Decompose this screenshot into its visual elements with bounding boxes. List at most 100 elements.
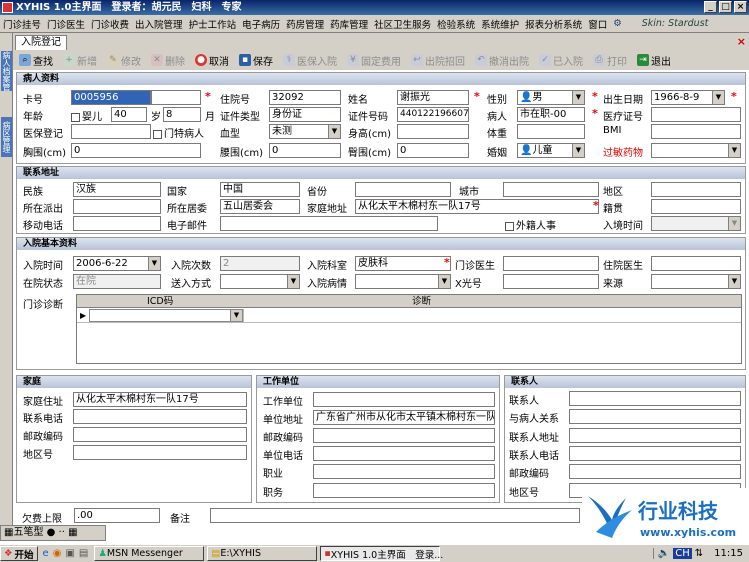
menu-admission[interactable]: 出入院管理: [135, 17, 183, 31]
bmi-input[interactable]: [651, 124, 741, 139]
id-type-input[interactable]: 身份证: [269, 107, 341, 122]
menu-nurse[interactable]: 护士工作站: [189, 17, 237, 31]
mobile-input[interactable]: [73, 216, 161, 231]
ethnic-input[interactable]: 汉族: [73, 182, 161, 197]
family-postcode-input[interactable]: [73, 427, 247, 442]
find-button[interactable]: ⌕ 查找: [19, 53, 53, 68]
insurance-admission-button[interactable]: ⚕ 医保入院: [283, 53, 337, 68]
menu-outpatient-charge[interactable]: 门诊收费: [91, 17, 129, 31]
method-select[interactable]: ▼: [220, 274, 300, 289]
relation-input[interactable]: [569, 409, 741, 424]
duty-input[interactable]: [313, 483, 495, 498]
family-phone-input[interactable]: [73, 409, 247, 424]
insurance-input[interactable]: [71, 124, 151, 139]
contact-person-input[interactable]: [569, 391, 741, 406]
tab-close-icon[interactable]: ×: [737, 35, 746, 48]
work-postcode-input[interactable]: [313, 428, 495, 443]
ward-doctor-input[interactable]: [651, 256, 741, 271]
discharge-recall-button[interactable]: ↩ 出院招回: [411, 53, 465, 68]
hip-input[interactable]: 0: [397, 143, 469, 158]
close-button[interactable]: ×: [734, 1, 747, 13]
menu-outpatient-doctor[interactable]: 门诊医生: [47, 17, 85, 31]
contact-postcode-input[interactable]: [569, 464, 741, 479]
task-explorer[interactable]: ▤ E:\XYHIS: [207, 546, 318, 561]
task-xyhis[interactable]: ▪ XYHIS 1.0主界面 登录...: [320, 546, 443, 561]
card-no-input[interactable]: 0005956: [71, 90, 151, 105]
menu-lab[interactable]: 检验系统: [437, 17, 475, 31]
foreign-checkbox[interactable]: 外籍人事: [505, 217, 556, 232]
age-months-input[interactable]: 8: [163, 107, 201, 122]
family-area-input[interactable]: [73, 445, 247, 460]
tab-admission-register[interactable]: 入院登记: [15, 35, 67, 50]
desktop-icon[interactable]: ▣: [65, 548, 74, 559]
icd-cell-select[interactable]: ▼: [89, 309, 243, 322]
infant-checkbox[interactable]: 婴儿: [71, 108, 102, 123]
allergy-input[interactable]: ▼: [651, 143, 741, 158]
remark-input[interactable]: [210, 508, 580, 523]
menu-drug-store[interactable]: 药库管理: [330, 17, 368, 31]
status-input[interactable]: 在院: [73, 274, 161, 289]
ie-icon[interactable]: e: [43, 548, 49, 559]
network-icon[interactable]: ⇅: [695, 548, 703, 559]
contact-phone-input[interactable]: [569, 446, 741, 461]
exit-button[interactable]: ⇥ 退出: [637, 53, 671, 68]
district-input[interactable]: [651, 182, 741, 197]
source-select[interactable]: ▼: [651, 274, 741, 289]
folder-icon[interactable]: ▤: [79, 548, 88, 559]
age-years-input[interactable]: 40: [111, 107, 147, 122]
province-input[interactable]: [355, 182, 451, 197]
dept-input[interactable]: 皮肤科: [355, 256, 451, 271]
fixed-fee-button[interactable]: ¥ 固定费用: [347, 53, 401, 68]
menu-window[interactable]: 窗口: [588, 17, 607, 31]
xray-input[interactable]: [503, 274, 599, 289]
clinic-doctor-input[interactable]: [503, 256, 599, 271]
side-tab-patient-records[interactable]: 病人档案管理: [1, 51, 12, 91]
condition-select[interactable]: ▼: [355, 274, 451, 289]
marriage-select[interactable]: 👤儿童 ▼: [517, 143, 585, 158]
menu-outpatient-register[interactable]: 门诊挂号: [3, 17, 41, 31]
menu-community[interactable]: 社区卫生服务: [374, 17, 431, 31]
speaker-icon[interactable]: 🔈: [658, 548, 670, 559]
edit-button[interactable]: ✎ 修改: [107, 53, 141, 68]
work-unit-input[interactable]: [313, 392, 495, 407]
maximize-button[interactable]: □: [719, 1, 732, 13]
admitted-button[interactable]: ✓ 已入院: [539, 53, 583, 68]
height-input[interactable]: [397, 124, 469, 139]
add-button[interactable]: + 新增: [63, 53, 97, 68]
police-input[interactable]: [73, 199, 161, 214]
work-phone-input[interactable]: [313, 446, 495, 461]
waist-input[interactable]: 0: [269, 143, 341, 158]
city-input[interactable]: [503, 182, 599, 197]
menu-pharmacy[interactable]: 药房管理: [286, 17, 324, 31]
id-no-input[interactable]: 4401221966072: [397, 107, 469, 122]
menu-reports[interactable]: 报表分析系统: [525, 17, 582, 31]
arrears-input[interactable]: .00: [74, 508, 160, 523]
minimize-button[interactable]: _: [704, 1, 717, 13]
committee-input[interactable]: 五山居委会: [220, 199, 300, 214]
email-input[interactable]: [220, 216, 438, 231]
start-button[interactable]: ❖ 开始: [0, 546, 38, 561]
language-indicator[interactable]: CH: [673, 548, 692, 559]
special-patient-checkbox[interactable]: 门特病人: [153, 125, 204, 140]
diagnosis-grid[interactable]: ICD码 诊断 ▶ ▼: [76, 294, 742, 364]
job-input[interactable]: [313, 464, 495, 479]
task-msn[interactable]: ♟ MSN Messenger: [94, 546, 205, 561]
admission-time-picker[interactable]: 2006-6-22 ▼: [73, 256, 161, 271]
blood-type-select[interactable]: 未测 ▼: [269, 124, 341, 139]
contact-address-input[interactable]: [569, 428, 741, 443]
save-button[interactable]: ▪ 保存: [239, 53, 273, 68]
weight-input[interactable]: [517, 124, 585, 139]
home-address-input[interactable]: 从化太平木棉村东一队17号: [355, 199, 599, 214]
name-input[interactable]: 谢振光: [397, 90, 469, 105]
undo-discharge-button[interactable]: ↶ 撤消出院: [475, 53, 529, 68]
card-extra-input[interactable]: [151, 90, 201, 105]
side-tab-ward[interactable]: 病区管理: [1, 117, 12, 157]
menu-system[interactable]: 系统维护: [481, 17, 519, 31]
chest-input[interactable]: 0: [71, 143, 201, 158]
family-address-input[interactable]: 从化太平木棉村东一队17号: [73, 392, 247, 407]
admission-count-input[interactable]: 2: [220, 256, 300, 271]
menu-emr[interactable]: 电子病历: [242, 17, 280, 31]
delete-button[interactable]: ✕ 删除: [151, 53, 185, 68]
inpatient-no-input[interactable]: 32092: [269, 90, 341, 105]
native-input[interactable]: [651, 199, 741, 214]
